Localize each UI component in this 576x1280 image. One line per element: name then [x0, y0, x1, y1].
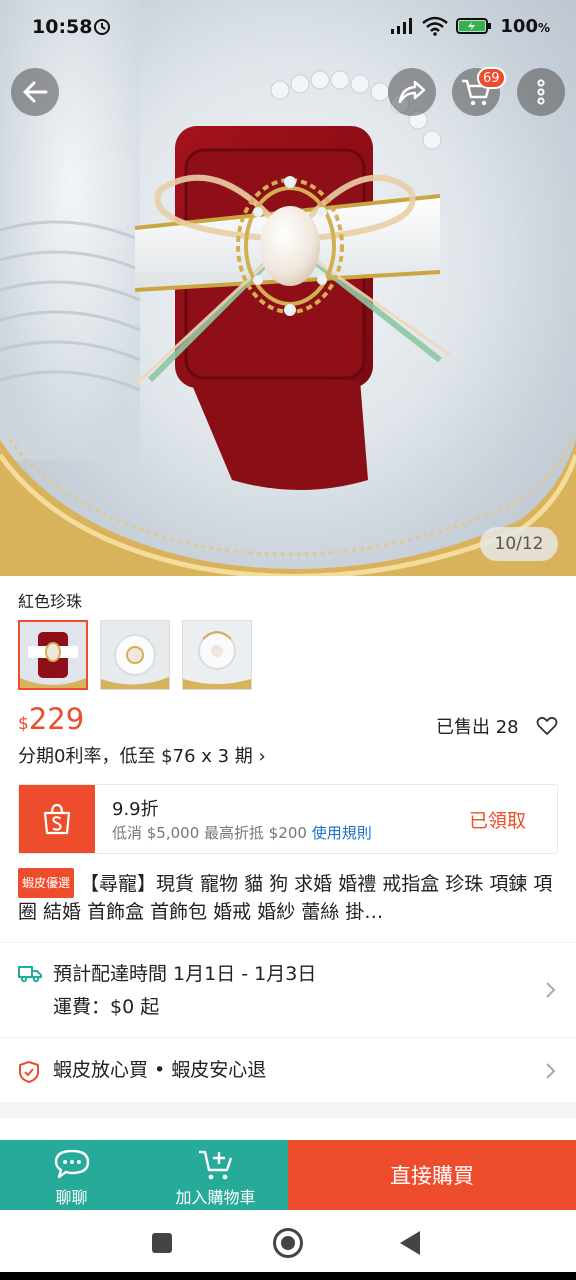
chat-button[interactable]: 聊聊 — [0, 1140, 143, 1210]
truck-icon — [18, 966, 42, 983]
delivery-time: 預計配達時間 1月1日 - 1月3日 — [53, 963, 317, 985]
battery-percent: 100% — [500, 15, 550, 37]
guarantee-text: 蝦皮放心買 • 蝦皮安心退 — [53, 1059, 267, 1081]
alarm-icon — [94, 19, 110, 35]
image-counter: 10/12 — [480, 527, 558, 561]
share-button[interactable] — [388, 68, 436, 116]
signal-icon — [391, 18, 413, 34]
thumb-image — [183, 621, 251, 689]
bottom-action-bar: 聊聊 加入購物車 直接購買 — [0, 1140, 576, 1210]
product-title: 蝦皮優選 【尋寵】現貨 寵物 貓 狗 求婚 婚禮 戒指盒 珍珠 項鍊 項圈 結婚 … — [18, 868, 560, 924]
product-title-text: 【尋寵】現貨 寵物 貓 狗 求婚 婚禮 戒指盒 珍珠 項鍊 項圈 結婚 首飾盒 … — [18, 873, 553, 923]
variant-thumb-1[interactable] — [18, 620, 88, 690]
home-button[interactable] — [273, 1228, 303, 1258]
voucher-desc: 低消 $5,000 最高折抵 $200 使用規則 — [112, 822, 372, 843]
variant-name: 紅色珍珠 — [18, 592, 83, 611]
variant-thumb-3[interactable] — [182, 620, 252, 690]
shield-icon — [19, 1061, 39, 1083]
chevron-right-icon — [546, 1063, 556, 1079]
next-section-top — [0, 1118, 576, 1140]
back-button[interactable] — [11, 68, 59, 116]
variant-thumb-2[interactable] — [100, 620, 170, 690]
recents-button[interactable] — [152, 1233, 172, 1253]
price-value: 229 — [28, 702, 85, 736]
status-indicators: 100% — [390, 14, 550, 38]
thumb-image — [20, 622, 86, 688]
price-currency: $ — [18, 714, 29, 734]
product-info: 紅色珍珠 $229 已售出 28 分期0利率，低至 $76 x 3 期 › 9.… — [0, 576, 576, 942]
chat-label: 聊聊 — [55, 1188, 88, 1207]
shipping-fee: 運費：$0 起 — [53, 996, 160, 1018]
add-cart-label: 加入購物車 — [175, 1188, 256, 1207]
system-nav-bar — [0, 1210, 576, 1272]
price: $229 — [18, 702, 84, 736]
sold-count: 已售出 28 — [436, 717, 519, 738]
product-image[interactable]: 10:58 100% 69 10/12 — [0, 0, 576, 576]
installment-link[interactable]: 分期0利率，低至 $76 x 3 期 › — [18, 742, 266, 768]
voucher-rule-link[interactable]: 使用規則 — [312, 824, 372, 842]
thumb-image — [101, 621, 169, 689]
screen-edge — [0, 1272, 576, 1280]
voucher-card[interactable]: 9.9折 低消 $5,000 最高折抵 $200 使用規則 已領取 — [15, 784, 558, 854]
heart-icon[interactable] — [536, 715, 558, 737]
chat-icon — [54, 1149, 89, 1179]
voucher-desc-text: 低消 $5,000 最高折抵 $200 — [112, 824, 307, 842]
battery-icon — [456, 18, 492, 34]
voucher-title: 9.9折 — [112, 799, 159, 820]
status-time: 10:58 — [32, 16, 93, 38]
system-back-button[interactable] — [400, 1231, 420, 1255]
more-icon — [537, 79, 545, 105]
share-icon — [398, 80, 426, 104]
back-arrow-icon — [23, 81, 48, 103]
add-cart-icon — [198, 1150, 232, 1180]
add-to-cart-button[interactable]: 加入購物車 — [143, 1140, 288, 1210]
more-button[interactable] — [517, 68, 565, 116]
preferred-tag: 蝦皮優選 — [18, 868, 75, 898]
variant-thumbnails — [18, 620, 252, 690]
wifi-icon — [422, 16, 449, 36]
guarantee-row[interactable]: 蝦皮放心買 • 蝦皮安心退 — [0, 1038, 576, 1102]
buy-now-button[interactable]: 直接購買 — [288, 1140, 576, 1210]
chevron-right-icon — [546, 982, 556, 998]
delivery-row[interactable]: 預計配達時間 1月1日 - 1月3日 運費：$0 起 — [0, 943, 576, 1037]
shopee-bag-icon — [43, 803, 71, 835]
voucher-badge — [15, 785, 95, 853]
voucher-claimed-button[interactable]: 已領取 — [469, 806, 526, 833]
cart-count-badge: 69 — [477, 67, 506, 89]
status-bar: 10:58 100% — [0, 0, 576, 54]
